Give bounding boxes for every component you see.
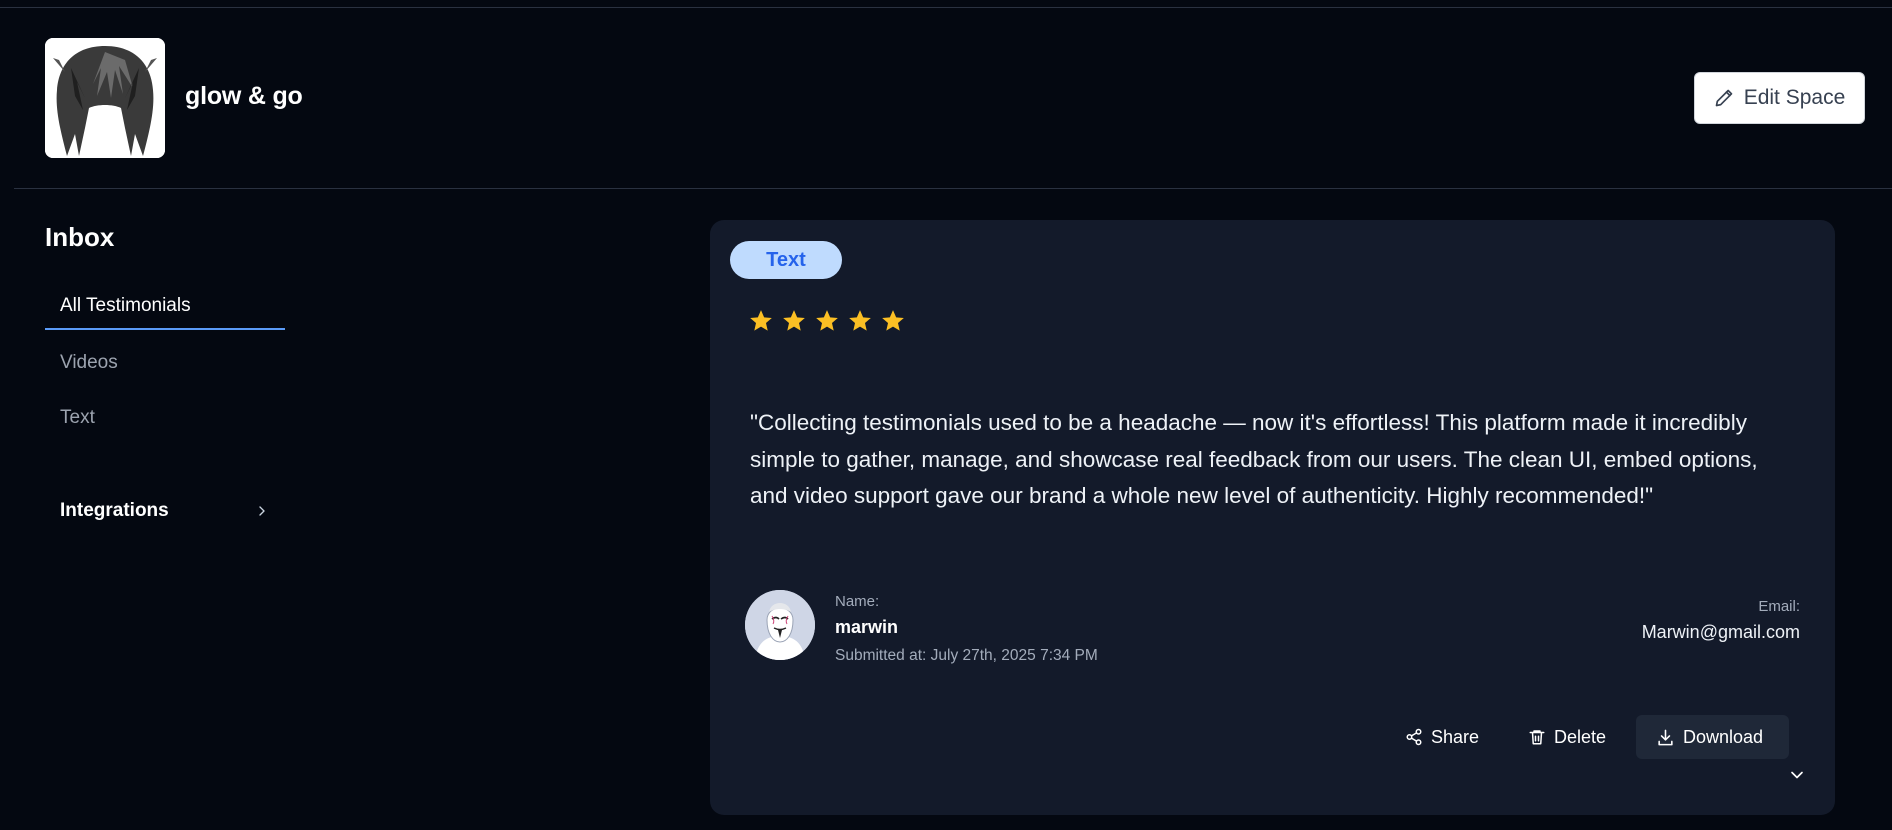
edit-space-label: Edit Space <box>1743 86 1846 109</box>
star-icon <box>882 310 904 331</box>
space-logo <box>45 38 165 158</box>
top-divider <box>0 7 1892 8</box>
trash-icon <box>1529 730 1545 745</box>
testimonial-card: Text "Collecting testimonials used to be… <box>710 220 1835 815</box>
expand-button[interactable] <box>1787 765 1807 790</box>
sidebar-item-integrations[interactable]: Integrations <box>60 500 270 522</box>
download-button[interactable]: Download <box>1636 715 1789 759</box>
pencil-icon <box>1715 89 1733 107</box>
delete-button[interactable]: Delete <box>1528 715 1606 759</box>
submitted-at: Submitted at: July 27th, 2025 7:34 PM <box>835 647 1098 664</box>
star-icon <box>783 310 805 331</box>
download-icon <box>1658 729 1673 745</box>
type-badge: Text <box>730 241 842 279</box>
header-divider <box>14 188 1892 189</box>
name-label: Name: <box>835 593 880 610</box>
reviewer-name: marwin <box>835 617 899 637</box>
sidebar-item-text[interactable]: Text <box>60 407 95 429</box>
share-button[interactable]: Share <box>1405 715 1479 759</box>
star-icon <box>816 310 838 331</box>
chevron-right-icon <box>259 506 265 516</box>
space-name: glow & go <box>185 82 303 110</box>
active-tab-indicator <box>45 328 285 330</box>
star-rating <box>748 308 906 334</box>
share-label: Share <box>1431 726 1480 747</box>
download-label: Download <box>1683 726 1764 747</box>
chevron-down-icon <box>1791 771 1803 779</box>
email-label: Email: <box>1758 598 1800 615</box>
star-icon <box>750 310 772 331</box>
share-icon <box>1406 728 1422 746</box>
sidebar-item-videos[interactable]: Videos <box>60 352 118 374</box>
edit-space-button[interactable]: Edit Space <box>1694 72 1865 124</box>
delete-label: Delete <box>1554 726 1607 747</box>
testimonial-text: "Collecting testimonials used to be a he… <box>750 410 1758 508</box>
page: glow & go Edit Space Inbox All Testimoni… <box>0 0 1892 830</box>
inbox-title: Inbox <box>45 222 115 252</box>
avatar <box>745 590 815 660</box>
star-icon <box>849 310 871 331</box>
integrations-label: Integrations <box>60 500 169 521</box>
masked-person-avatar-icon <box>745 590 815 660</box>
reviewer-email: Marwin@gmail.com <box>1641 622 1800 642</box>
sidebar-item-all-testimonials[interactable]: All Testimonials <box>60 295 191 317</box>
anime-hair-avatar-icon <box>45 38 165 158</box>
